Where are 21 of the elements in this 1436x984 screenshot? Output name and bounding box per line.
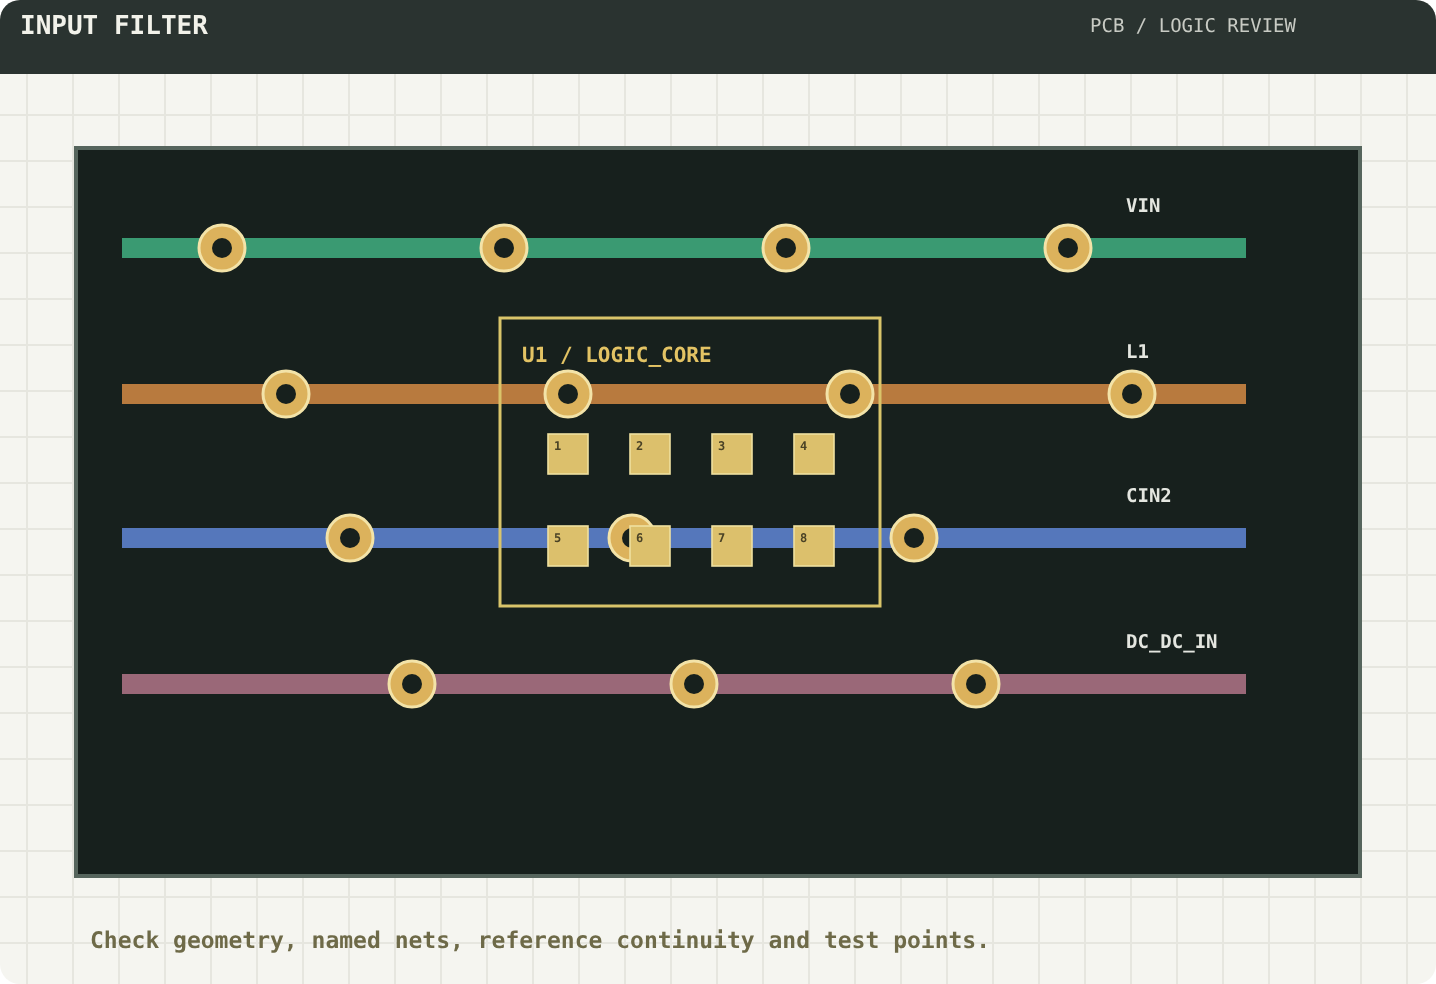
net-label: VIN [1126,196,1161,218]
via [951,659,1001,709]
via [387,659,437,709]
net-label: L1 [1126,342,1149,364]
caption: Check geometry, named nets, reference continuity and test points. [90,926,993,954]
breadcrumb: PCB / LOGIC REVIEW [1090,16,1296,38]
via [479,223,529,273]
via [669,659,719,709]
net-label: CIN2 [1126,486,1172,508]
via [1107,369,1157,419]
window-title: INPUT FILTER [20,12,208,42]
via [825,369,875,419]
chip-label: U1 / LOGIC_CORE [522,344,712,368]
via [543,369,593,419]
via [325,513,375,563]
via [1043,223,1093,273]
via [197,223,247,273]
via [889,513,939,563]
via [261,369,311,419]
via [761,223,811,273]
net-label: DC_DC_IN [1126,632,1218,654]
